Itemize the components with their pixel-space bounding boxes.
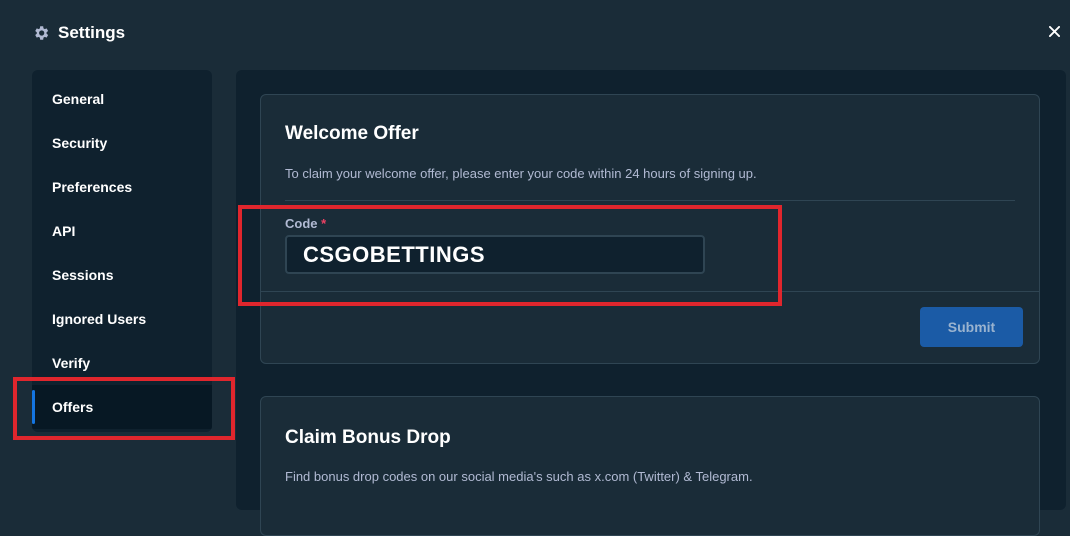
sidebar-item-label: API: [52, 223, 76, 239]
card-divider: [285, 200, 1015, 201]
sidebar-item-label: Verify: [52, 355, 91, 371]
welcome-offer-title: Welcome Offer: [285, 123, 419, 144]
sidebar-item-label: Preferences: [52, 179, 133, 195]
sidebar-item-preferences[interactable]: Preferences: [32, 165, 212, 209]
sidebar-item-label: Sessions: [52, 267, 114, 283]
welcome-offer-description: To claim your welcome offer, please ente…: [285, 166, 757, 181]
gear-icon: [32, 24, 50, 42]
bonus-drop-card: Claim Bonus Drop Find bonus drop codes o…: [260, 396, 1040, 536]
offers-highlight-box: [13, 377, 235, 440]
bonus-drop-title: Claim Bonus Drop: [285, 427, 451, 448]
close-icon: [1048, 24, 1060, 42]
page-title: Settings: [58, 23, 126, 42]
settings-header: Settings: [32, 22, 125, 44]
code-highlight-box: [238, 205, 782, 306]
sidebar-item-label: Ignored Users: [52, 311, 147, 327]
sidebar-item-api[interactable]: API: [32, 209, 212, 253]
sidebar-item-general[interactable]: General: [32, 77, 212, 121]
sidebar-item-label: General: [52, 91, 105, 107]
submit-button[interactable]: Submit: [920, 307, 1023, 347]
sidebar-item-ignored-users[interactable]: Ignored Users: [32, 297, 212, 341]
close-button[interactable]: [1044, 22, 1064, 44]
sidebar-item-label: Security: [52, 135, 108, 151]
bonus-drop-description: Find bonus drop codes on our social medi…: [285, 469, 753, 484]
sidebar-item-sessions[interactable]: Sessions: [32, 253, 212, 297]
sidebar-item-security[interactable]: Security: [32, 121, 212, 165]
